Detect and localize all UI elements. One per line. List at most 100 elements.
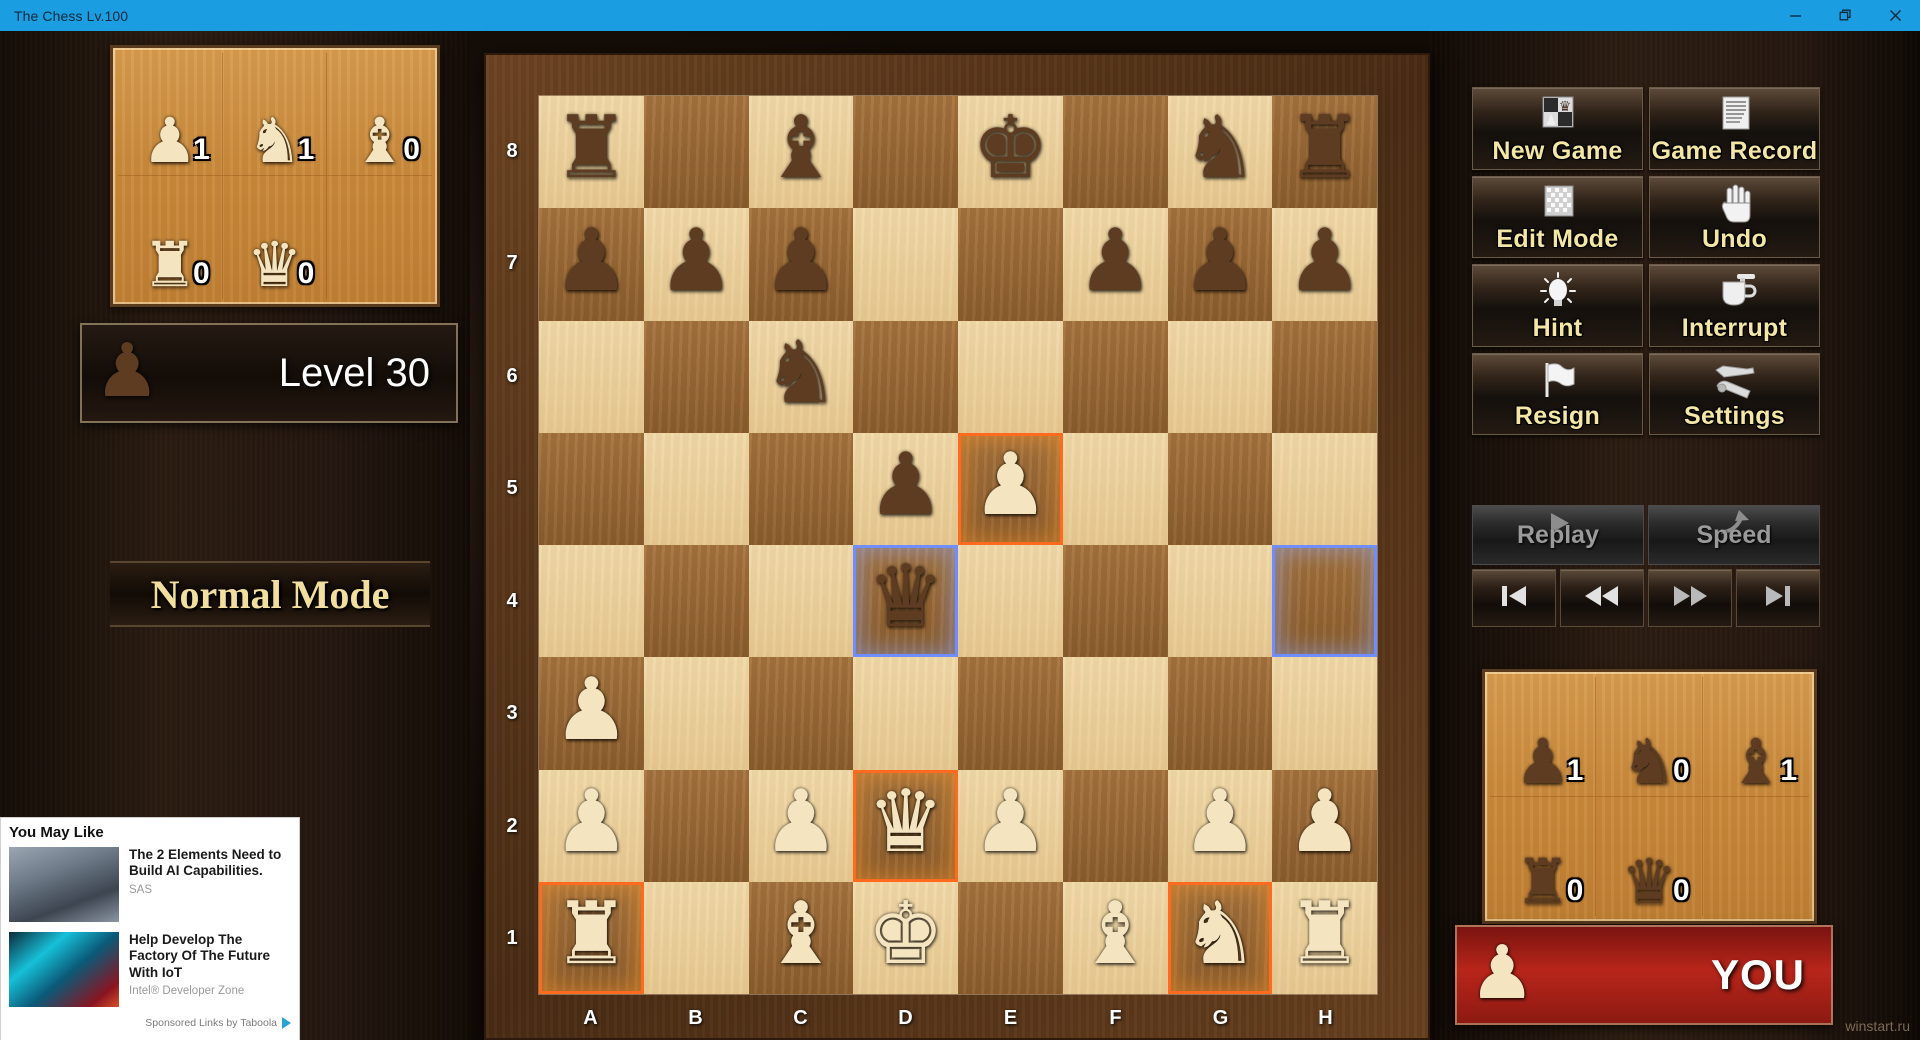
skip-to-start-button[interactable] (1472, 569, 1556, 627)
board-square-g2[interactable]: ♟ (1167, 769, 1273, 882)
board-square-b7[interactable]: ♟ (643, 208, 749, 321)
board-square-h8[interactable]: ♜ (1272, 96, 1377, 209)
board-square-f2[interactable] (1062, 769, 1168, 882)
rewind-button[interactable] (1560, 569, 1644, 627)
piece-black-rook[interactable]: ♜ (553, 105, 630, 191)
board-square-f7[interactable]: ♟ (1062, 208, 1168, 321)
board-square-d6[interactable] (853, 320, 958, 433)
board-square-c8[interactable]: ♝ (748, 96, 854, 209)
minimize-button[interactable] (1770, 0, 1820, 31)
board-square-a1[interactable]: ♜ (539, 881, 644, 994)
piece-white-bishop[interactable]: ♝ (762, 891, 839, 977)
chess-board[interactable]: ♜ ♝ ♚ ♞ ♜ ♟ ♟ ♟ ♟ ♟ ♟ ♞ ♟ ♟ ♛ ♟ ♟ ♟ ♛ ♟ ♟ ♟ ♜ ♝ ♚ ♝ ♞ ♜ (538, 95, 1378, 995)
board-square-d7[interactable] (853, 208, 958, 321)
board-square-f3[interactable] (1062, 657, 1168, 770)
board-square-h3[interactable] (1272, 657, 1377, 770)
board-square-d2[interactable]: ♛ (853, 769, 958, 882)
piece-black-pawn[interactable]: ♟ (762, 217, 839, 303)
edit-mode-button[interactable]: Edit Mode (1472, 175, 1643, 258)
board-square-c5[interactable] (748, 432, 854, 545)
taboola-triangle-icon[interactable] (282, 1017, 291, 1029)
board-square-e4[interactable] (958, 545, 1063, 658)
hint-button[interactable]: Hint (1472, 264, 1643, 347)
piece-black-bishop[interactable]: ♝ (762, 105, 839, 191)
piece-white-queen[interactable]: ♛ (867, 779, 944, 865)
piece-white-pawn[interactable]: ♟ (553, 779, 630, 865)
undo-button[interactable]: Undo (1649, 175, 1820, 258)
piece-white-rook[interactable]: ♜ (553, 891, 630, 977)
piece-black-knight[interactable]: ♞ (1181, 105, 1258, 191)
piece-black-king[interactable]: ♚ (972, 105, 1049, 191)
board-square-e5[interactable]: ♟ (958, 432, 1063, 545)
board-square-g4[interactable] (1167, 545, 1273, 658)
board-square-b5[interactable] (643, 432, 749, 545)
board-square-a4[interactable] (539, 545, 644, 658)
board-square-b4[interactable] (643, 545, 749, 658)
piece-black-pawn[interactable]: ♟ (553, 217, 630, 303)
board-square-d5[interactable]: ♟ (853, 432, 958, 545)
board-square-d4[interactable]: ♛ (853, 545, 958, 658)
piece-white-pawn[interactable]: ♟ (762, 779, 839, 865)
board-square-g8[interactable]: ♞ (1167, 96, 1273, 209)
board-square-a2[interactable]: ♟ (539, 769, 644, 882)
board-square-e6[interactable] (958, 320, 1063, 433)
board-square-c1[interactable]: ♝ (748, 881, 854, 994)
piece-white-pawn[interactable]: ♟ (553, 666, 630, 752)
board-square-a5[interactable] (539, 432, 644, 545)
board-square-c4[interactable] (748, 545, 854, 658)
board-square-f8[interactable] (1062, 96, 1168, 209)
board-square-e2[interactable]: ♟ (958, 769, 1063, 882)
piece-white-pawn[interactable]: ♟ (1286, 779, 1363, 865)
board-square-g5[interactable] (1167, 432, 1273, 545)
board-square-g6[interactable] (1167, 320, 1273, 433)
replay-button[interactable]: Replay (1472, 505, 1644, 565)
restore-button[interactable] (1820, 0, 1870, 31)
board-square-b2[interactable] (643, 769, 749, 882)
board-square-d1[interactable]: ♚ (853, 881, 958, 994)
board-square-c7[interactable]: ♟ (748, 208, 854, 321)
board-square-f6[interactable] (1062, 320, 1168, 433)
board-square-c6[interactable]: ♞ (748, 320, 854, 433)
ad-item[interactable]: The 2 Elements Need to Build AI Capabili… (9, 847, 291, 922)
interrupt-button[interactable]: Interrupt (1649, 264, 1820, 347)
piece-white-rook[interactable]: ♜ (1286, 891, 1363, 977)
board-square-a6[interactable] (539, 320, 644, 433)
board-square-a3[interactable]: ♟ (539, 657, 644, 770)
board-square-h6[interactable] (1272, 320, 1377, 433)
piece-black-queen[interactable]: ♛ (867, 554, 944, 640)
board-square-d8[interactable] (853, 96, 958, 209)
piece-black-pawn[interactable]: ♟ (658, 217, 735, 303)
board-square-a8[interactable]: ♜ (539, 96, 644, 209)
new-game-button[interactable]: ♛ ♟ New Game (1472, 87, 1643, 170)
close-button[interactable] (1870, 0, 1920, 31)
board-square-e8[interactable]: ♚ (958, 96, 1063, 209)
board-square-g1[interactable]: ♞ (1167, 881, 1273, 994)
board-square-b6[interactable] (643, 320, 749, 433)
board-square-e1[interactable] (958, 881, 1063, 994)
board-square-b8[interactable] (643, 96, 749, 209)
ad-item[interactable]: Help Develop The Factory Of The Future W… (9, 932, 291, 1007)
board-square-e3[interactable] (958, 657, 1063, 770)
board-square-f1[interactable]: ♝ (1062, 881, 1168, 994)
piece-black-pawn[interactable]: ♟ (1181, 217, 1258, 303)
piece-black-pawn[interactable]: ♟ (1286, 217, 1363, 303)
piece-black-rook[interactable]: ♜ (1286, 105, 1363, 191)
board-square-b3[interactable] (643, 657, 749, 770)
fast-forward-button[interactable] (1648, 569, 1732, 627)
board-square-d3[interactable] (853, 657, 958, 770)
board-square-a7[interactable]: ♟ (539, 208, 644, 321)
piece-black-knight[interactable]: ♞ (762, 330, 839, 416)
board-square-c2[interactable]: ♟ (748, 769, 854, 882)
piece-white-pawn[interactable]: ♟ (1181, 779, 1258, 865)
piece-white-king[interactable]: ♚ (867, 891, 944, 977)
board-square-g3[interactable] (1167, 657, 1273, 770)
game-record-button[interactable]: Game Record (1649, 87, 1820, 170)
board-square-f4[interactable] (1062, 545, 1168, 658)
resign-button[interactable]: Resign (1472, 352, 1643, 435)
piece-white-pawn[interactable]: ♟ (972, 779, 1049, 865)
piece-white-pawn[interactable]: ♟ (972, 442, 1049, 528)
piece-white-knight[interactable]: ♞ (1181, 891, 1258, 977)
board-square-h2[interactable]: ♟ (1272, 769, 1377, 882)
piece-black-pawn[interactable]: ♟ (1077, 217, 1154, 303)
board-square-h1[interactable]: ♜ (1272, 881, 1377, 994)
